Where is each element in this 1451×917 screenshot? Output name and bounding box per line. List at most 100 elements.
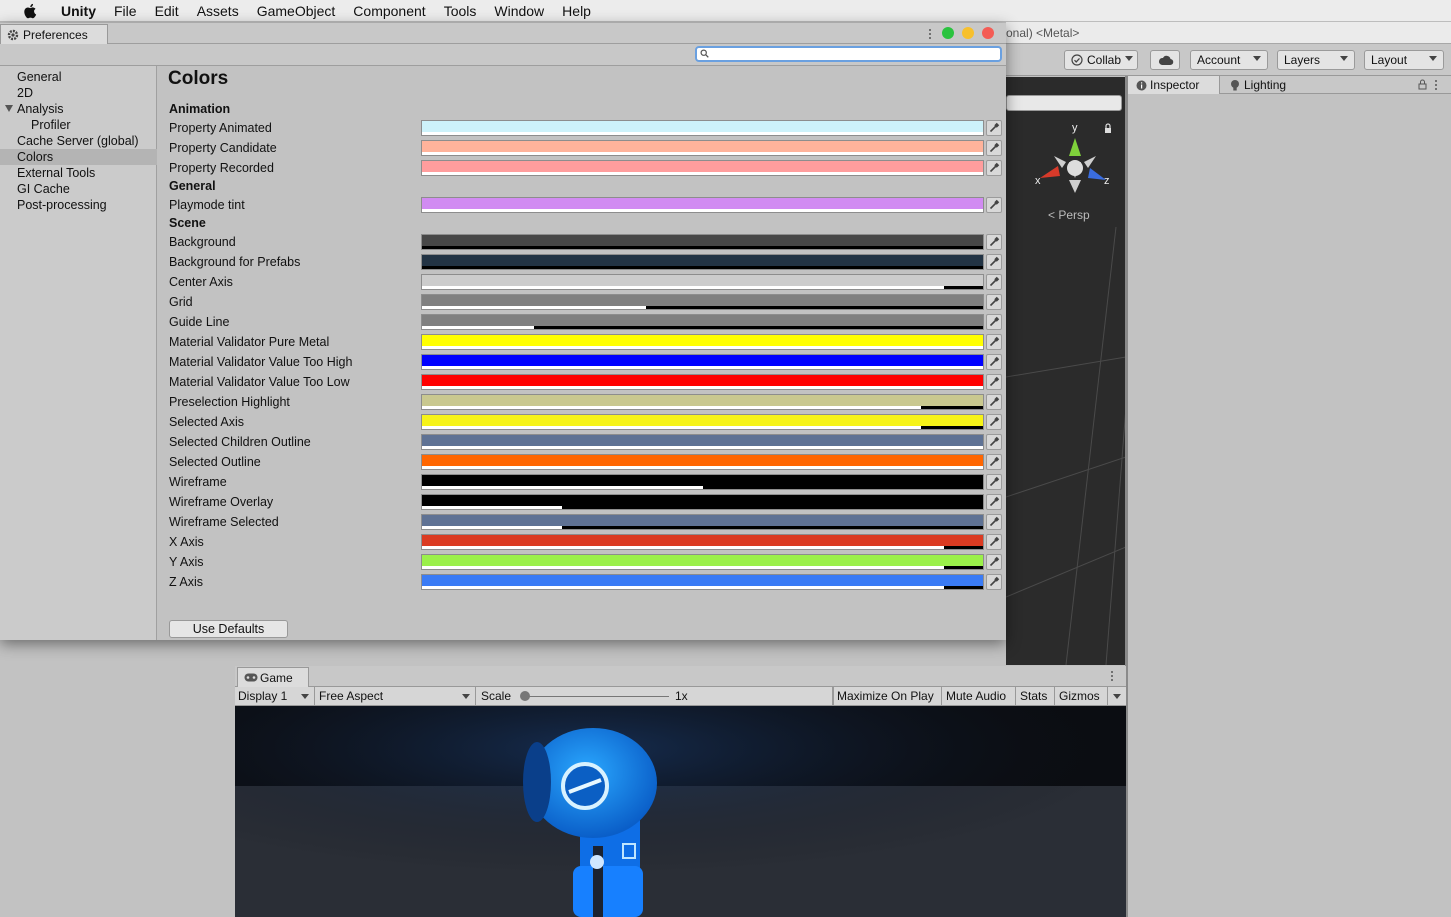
gizmos-dropdown[interactable] (1108, 687, 1126, 706)
menu-tools[interactable]: Tools (435, 3, 486, 19)
scale-control[interactable]: Scale 1x (478, 687, 833, 706)
eyedropper-button[interactable] (986, 354, 1002, 370)
color-swatch[interactable] (421, 234, 984, 250)
color-swatch[interactable] (421, 274, 984, 290)
eyedropper-button[interactable] (986, 554, 1002, 570)
layers-dropdown[interactable]: Layers (1277, 50, 1355, 70)
gizmos-toggle[interactable]: Gizmos (1056, 687, 1108, 706)
eyedropper-button[interactable] (986, 494, 1002, 510)
eyedropper-icon (989, 162, 1000, 173)
color-label: Selected Children Outline (169, 435, 311, 449)
eyedropper-button[interactable] (986, 414, 1002, 430)
expand-triangle-icon[interactable] (5, 105, 13, 112)
color-label: Guide Line (169, 315, 230, 329)
eyedropper-button[interactable] (986, 334, 1002, 350)
color-swatch[interactable] (421, 354, 984, 370)
sidebar-item-colors[interactable]: Colors (0, 149, 157, 165)
aspect-dropdown[interactable]: Free Aspect (316, 687, 476, 706)
eyedropper-button[interactable] (986, 574, 1002, 590)
maximize-on-play-toggle[interactable]: Maximize On Play (833, 687, 942, 706)
color-swatch[interactable] (421, 514, 984, 530)
color-swatch[interactable] (421, 254, 984, 270)
minimize-window-button[interactable] (962, 27, 974, 39)
eyedropper-button[interactable] (986, 197, 1002, 213)
menu-window[interactable]: Window (485, 3, 553, 19)
mute-audio-toggle[interactable]: Mute Audio (943, 687, 1016, 706)
sidebar-item-post-processing[interactable]: Post-processing (0, 197, 157, 213)
zoom-window-button[interactable] (942, 27, 954, 39)
eyedropper-button[interactable] (986, 254, 1002, 270)
sidebar-item-general[interactable]: General (0, 69, 157, 85)
account-dropdown[interactable]: Account (1190, 50, 1268, 70)
eyedropper-button[interactable] (986, 374, 1002, 390)
sidebar-item-2d[interactable]: 2D (0, 85, 157, 101)
menu-component[interactable]: Component (344, 3, 434, 19)
color-swatch[interactable] (421, 574, 984, 590)
eyedropper-button[interactable] (986, 514, 1002, 530)
color-swatch[interactable] (421, 494, 984, 510)
kebab-menu-icon[interactable] (1434, 79, 1438, 91)
color-swatch[interactable] (421, 474, 984, 490)
tab-game[interactable]: Game (237, 667, 309, 687)
lock-icon[interactable] (1105, 123, 1111, 128)
eyedropper-button[interactable] (986, 314, 1002, 330)
eyedropper-button[interactable] (986, 534, 1002, 550)
menu-help[interactable]: Help (553, 3, 600, 19)
eyedropper-button[interactable] (986, 294, 1002, 310)
color-swatch[interactable] (421, 160, 984, 176)
color-swatch[interactable] (421, 374, 984, 390)
color-swatch[interactable] (421, 334, 984, 350)
color-swatch[interactable] (421, 314, 984, 330)
scene-search-input[interactable] (1006, 95, 1122, 111)
menu-unity[interactable]: Unity (52, 3, 105, 19)
color-swatch[interactable] (421, 294, 984, 310)
eyedropper-button[interactable] (986, 394, 1002, 410)
stats-toggle[interactable]: Stats (1017, 687, 1055, 706)
sidebar-item-external-tools[interactable]: External Tools (0, 165, 157, 181)
eyedropper-button[interactable] (986, 454, 1002, 470)
menu-assets[interactable]: Assets (188, 3, 248, 19)
menu-gameobject[interactable]: GameObject (248, 3, 345, 19)
tab-inspector[interactable]: Inspector (1128, 76, 1220, 95)
gamepad-icon (244, 673, 258, 682)
tab-lighting[interactable]: Lighting (1222, 76, 1314, 95)
close-window-button[interactable] (982, 27, 994, 39)
use-defaults-button[interactable]: Use Defaults (169, 620, 288, 638)
eyedropper-button[interactable] (986, 234, 1002, 250)
cloud-button[interactable] (1150, 50, 1180, 70)
sidebar-item-cache-server-global[interactable]: Cache Server (global) (0, 133, 157, 149)
color-swatch[interactable] (421, 197, 984, 213)
eyedropper-button[interactable] (986, 160, 1002, 176)
apple-icon[interactable] (20, 3, 40, 19)
sidebar-item-analysis[interactable]: Analysis (0, 101, 157, 117)
layout-dropdown[interactable]: Layout (1364, 50, 1444, 70)
display-dropdown[interactable]: Display 1 (235, 687, 315, 706)
menu-file[interactable]: File (105, 3, 146, 19)
menu-edit[interactable]: Edit (146, 3, 188, 19)
color-swatch[interactable] (421, 120, 984, 136)
lock-icon[interactable] (1418, 79, 1427, 90)
color-swatch[interactable] (421, 394, 984, 410)
sidebar-item-gi-cache[interactable]: GI Cache (0, 181, 157, 197)
color-swatch[interactable] (421, 554, 984, 570)
color-swatch[interactable] (421, 434, 984, 450)
sidebar-item-profiler[interactable]: Profiler (0, 117, 157, 133)
color-swatch[interactable] (421, 140, 984, 156)
eyedropper-button[interactable] (986, 474, 1002, 490)
tab-preferences[interactable]: Preferences (0, 24, 108, 44)
color-swatch[interactable] (421, 414, 984, 430)
scale-slider-thumb[interactable] (520, 691, 530, 701)
persp-label[interactable]: < Persp (1048, 208, 1090, 222)
preferences-search-input[interactable] (695, 46, 1002, 62)
eyedropper-button[interactable] (986, 434, 1002, 450)
color-swatch[interactable] (421, 534, 984, 550)
eyedropper-button[interactable] (986, 274, 1002, 290)
kebab-menu-icon[interactable] (928, 28, 932, 40)
kebab-menu-icon[interactable] (1110, 670, 1114, 682)
eyedropper-button[interactable] (986, 140, 1002, 156)
collab-button[interactable]: Collab (1064, 50, 1138, 70)
eyedropper-button[interactable] (986, 120, 1002, 136)
color-swatch[interactable] (421, 454, 984, 470)
game-view-render[interactable] (235, 706, 1126, 917)
scale-slider-track[interactable] (523, 696, 669, 697)
